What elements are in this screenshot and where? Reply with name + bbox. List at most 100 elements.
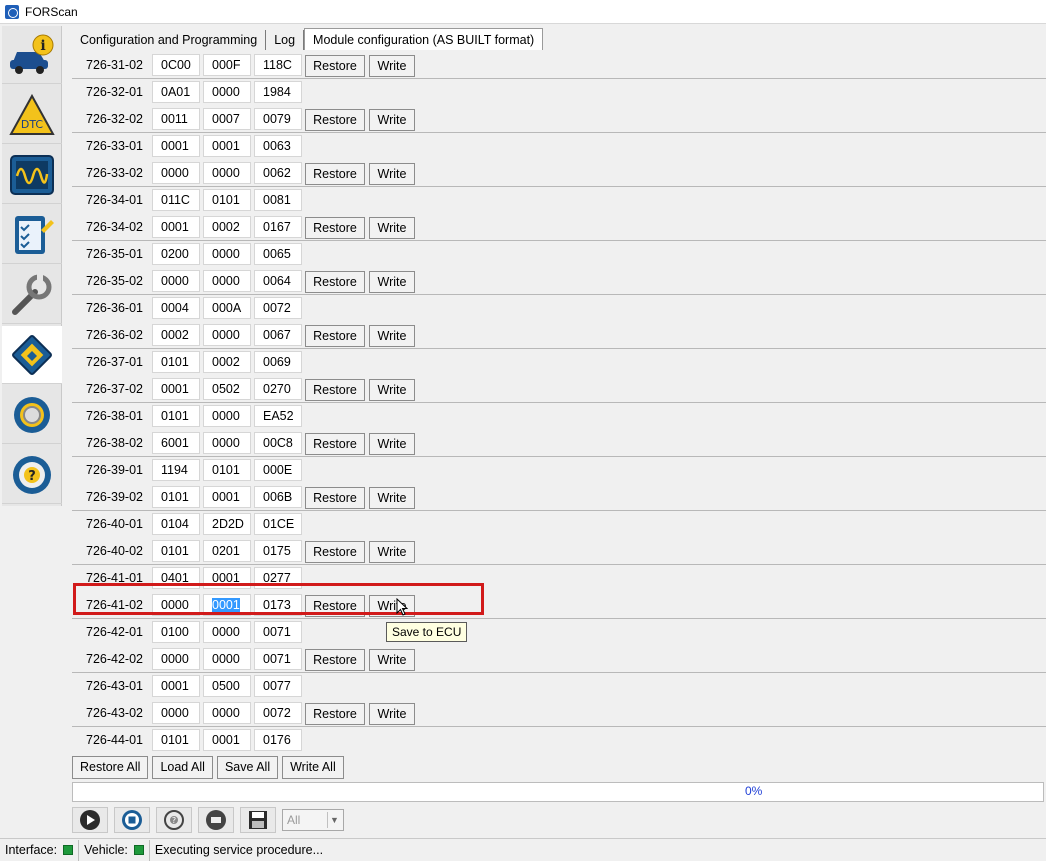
value-cell[interactable]: 0002 [203, 216, 251, 238]
value-cell[interactable]: 0000 [203, 270, 251, 292]
value-cell[interactable]: 0072 [254, 297, 302, 319]
write-button[interactable]: Write [369, 325, 415, 347]
value-cell[interactable]: 0100 [152, 621, 200, 643]
value-cell[interactable]: 0069 [254, 351, 302, 373]
restore-button[interactable]: Restore [305, 217, 365, 239]
value-cell[interactable]: 0000 [203, 702, 251, 724]
value-cell[interactable]: 0176 [254, 729, 302, 751]
write-button[interactable]: Write [369, 487, 415, 509]
write-button[interactable]: Write [369, 649, 415, 671]
value-cell[interactable]: 0201 [203, 540, 251, 562]
value-cell[interactable]: 0000 [152, 162, 200, 184]
write-button[interactable]: Write [369, 379, 415, 401]
load-all-button[interactable]: Load All [152, 756, 213, 779]
restore-button[interactable]: Restore [305, 703, 365, 725]
save-all-button[interactable]: Save All [216, 756, 279, 779]
connect-button[interactable]: ? [156, 807, 192, 833]
value-cell[interactable]: 0001 [152, 216, 200, 238]
value-cell[interactable]: 0072 [254, 702, 302, 724]
restore-button[interactable]: Restore [305, 55, 365, 77]
save-button[interactable] [240, 807, 276, 833]
value-cell[interactable]: 000A [203, 297, 251, 319]
value-cell[interactable]: 0502 [203, 378, 251, 400]
write-button[interactable]: Write [369, 271, 415, 293]
write-button[interactable]: Write [369, 433, 415, 455]
sidebar-item-dtc[interactable]: DTC [2, 86, 62, 144]
value-cell[interactable]: 0001 [152, 378, 200, 400]
value-cell[interactable]: 0001 [152, 135, 200, 157]
value-cell[interactable]: 0000 [152, 270, 200, 292]
tab-log[interactable]: Log [266, 30, 305, 50]
sidebar-item-help[interactable]: ? [2, 446, 62, 504]
value-cell[interactable]: 0064 [254, 270, 302, 292]
restore-button[interactable]: Restore [305, 163, 365, 185]
value-cell[interactable]: 01CE [254, 513, 302, 535]
value-cell[interactable]: 0A01 [152, 81, 200, 103]
value-cell[interactable]: 0000 [152, 702, 200, 724]
value-cell[interactable]: 6001 [152, 432, 200, 454]
value-cell[interactable]: 0000 [203, 621, 251, 643]
write-button[interactable]: Write [369, 55, 415, 77]
write-button[interactable]: Write [369, 109, 415, 131]
play-button[interactable] [72, 807, 108, 833]
value-cell[interactable]: 0001 [203, 729, 251, 751]
restore-button[interactable]: Restore [305, 649, 365, 671]
value-cell[interactable]: 0C00 [152, 54, 200, 76]
tab-module-configuration[interactable]: Module configuration (AS BUILT format) [304, 28, 544, 50]
value-cell[interactable]: 0101 [152, 351, 200, 373]
value-cell[interactable]: 0000 [152, 648, 200, 670]
restore-button[interactable]: Restore [305, 325, 365, 347]
value-cell[interactable]: 0000 [203, 405, 251, 427]
write-button[interactable]: Write [369, 217, 415, 239]
disconnect-button[interactable] [198, 807, 234, 833]
restore-all-button[interactable]: Restore All [72, 756, 149, 779]
restore-button[interactable]: Restore [305, 109, 365, 131]
value-cell[interactable]: 0081 [254, 189, 302, 211]
value-cell[interactable]: 000F [203, 54, 251, 76]
value-cell[interactable]: 0200 [152, 243, 200, 265]
value-cell[interactable]: 0000 [203, 432, 251, 454]
stop-button[interactable] [114, 807, 150, 833]
value-cell[interactable]: 00C8 [254, 432, 302, 454]
value-cell[interactable]: 0101 [152, 729, 200, 751]
sidebar-item-vehicle-info[interactable]: i [2, 26, 62, 84]
value-cell[interactable]: 0104 [152, 513, 200, 535]
value-cell[interactable]: 0101 [203, 459, 251, 481]
value-cell[interactable]: 0270 [254, 378, 302, 400]
value-cell[interactable]: 0101 [152, 405, 200, 427]
value-cell[interactable]: 0001 [152, 675, 200, 697]
tab-configuration-programming[interactable]: Configuration and Programming [72, 30, 267, 50]
value-cell[interactable]: 0101 [152, 486, 200, 508]
restore-button[interactable]: Restore [305, 487, 365, 509]
value-cell[interactable]: 0007 [203, 108, 251, 130]
value-cell[interactable]: 0065 [254, 243, 302, 265]
value-cell[interactable]: 0071 [254, 648, 302, 670]
value-cell[interactable]: 0000 [203, 81, 251, 103]
value-cell[interactable]: 0079 [254, 108, 302, 130]
value-cell[interactable]: 2D2D [203, 513, 251, 535]
sidebar-item-service[interactable] [2, 266, 62, 324]
value-cell[interactable]: 118C [254, 54, 302, 76]
value-cell[interactable]: 0175 [254, 540, 302, 562]
value-cell[interactable]: 0000 [203, 648, 251, 670]
sidebar-item-checklist[interactable] [2, 206, 62, 264]
restore-button[interactable]: Restore [305, 541, 365, 563]
write-button[interactable]: Write [369, 541, 415, 563]
sidebar-item-configuration[interactable] [2, 326, 62, 384]
value-cell[interactable]: 0001 [203, 135, 251, 157]
write-button[interactable]: Write [369, 163, 415, 185]
value-cell[interactable]: 0000 [203, 243, 251, 265]
value-cell[interactable]: 1194 [152, 459, 200, 481]
value-cell[interactable]: 0077 [254, 675, 302, 697]
value-cell[interactable]: 0071 [254, 621, 302, 643]
value-cell[interactable]: 0067 [254, 324, 302, 346]
value-cell[interactable]: 0500 [203, 675, 251, 697]
value-cell[interactable]: 011C [152, 189, 200, 211]
value-cell[interactable]: 1984 [254, 81, 302, 103]
value-cell[interactable]: 0101 [152, 540, 200, 562]
restore-button[interactable]: Restore [305, 433, 365, 455]
restore-button[interactable]: Restore [305, 379, 365, 401]
value-cell[interactable]: 000E [254, 459, 302, 481]
value-cell[interactable]: 0000 [203, 162, 251, 184]
sidebar-item-oscilloscope[interactable] [2, 146, 62, 204]
